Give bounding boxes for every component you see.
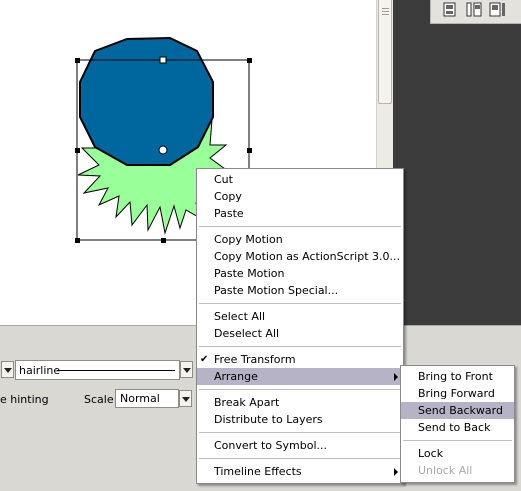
menu-item-label: Copy [214, 190, 242, 203]
scale-select[interactable]: Normal [115, 389, 179, 408]
submenu-arrow-icon [394, 373, 398, 381]
side-panel [393, 0, 521, 325]
menu-item-label: Timeline Effects [214, 465, 302, 478]
menu-separator [199, 226, 401, 227]
menu-item-label: Cut [214, 173, 233, 186]
menu-item-label: Convert to Symbol... [214, 439, 327, 452]
menu-item-label: Paste [214, 207, 244, 220]
menu-separator [403, 440, 512, 441]
menu-item-free-transform[interactable]: ✔ Free Transform [197, 351, 403, 368]
align-toolbar [430, 0, 521, 24]
menu-item-label: Break Apart [214, 396, 280, 409]
menu-item-label: Send to Back [418, 421, 491, 434]
menu-item-label: Paste Motion [214, 267, 285, 280]
stroke-style-select[interactable]: hairline [15, 360, 180, 380]
menu-separator [199, 389, 401, 390]
chevron-down-icon[interactable] [179, 390, 192, 407]
menu-item-label: Free Transform [214, 353, 296, 366]
menu-item-distribute-to-layers[interactable]: Distribute to Layers [197, 411, 403, 428]
menu-item-timeline-effects[interactable]: Timeline Effects [197, 463, 403, 480]
menu-item-label: Unlock All [418, 464, 473, 477]
submenu-arrow-icon [394, 468, 398, 476]
menu-item-label: Deselect All [214, 327, 280, 340]
menu-item-bring-to-front[interactable]: Bring to Front [401, 368, 514, 385]
menu-item-label: Send Backward [418, 404, 503, 417]
menu-item-label: Lock [418, 447, 444, 460]
menu-item-label: Bring to Front [418, 370, 493, 383]
menu-item-convert-to-symbol[interactable]: Convert to Symbol... [197, 437, 403, 454]
menu-item-label: Select All [214, 310, 266, 323]
menu-separator [199, 346, 401, 347]
menu-item-break-apart[interactable]: Break Apart [197, 394, 403, 411]
menu-item-deselect-all[interactable]: Deselect All [197, 325, 403, 342]
grip-line [382, 11, 389, 12]
menu-item-label: Arrange [214, 370, 258, 383]
menu-item-label: Distribute to Layers [214, 413, 323, 426]
menu-item-label: Bring Forward [418, 387, 495, 400]
grip-line [382, 8, 389, 9]
menu-item-copy-motion-actionscript[interactable]: Copy Motion as ActionScript 3.0... [197, 248, 403, 265]
stroke-style-value: hairline [19, 364, 61, 377]
menu-item-label: Copy Motion as ActionScript 3.0... [214, 250, 400, 263]
scale-label: Scale: [84, 393, 118, 406]
align-center-icon[interactable] [465, 1, 483, 18]
menu-item-label: Paste Motion Special... [214, 284, 339, 297]
menu-item-send-backward[interactable]: Send Backward [401, 402, 514, 419]
stroke-hinting-label: e hinting [0, 393, 49, 406]
menu-separator [199, 432, 401, 433]
scrollbar-thumb[interactable] [378, 0, 392, 104]
transform-point[interactable] [158, 145, 168, 155]
menu-item-copy-motion[interactable]: Copy Motion [197, 231, 403, 248]
menu-item-paste-motion[interactable]: Paste Motion [197, 265, 403, 282]
menu-item-unlock-all: Unlock All [401, 462, 514, 479]
menu-item-paste[interactable]: Paste [197, 205, 403, 222]
top-center-handle[interactable] [159, 56, 167, 64]
menu-item-cut[interactable]: Cut [197, 171, 403, 188]
checkmark-icon: ✔ [200, 354, 209, 365]
menu-item-lock[interactable]: Lock [401, 445, 514, 462]
grip-line [382, 14, 389, 15]
chevron-down-icon[interactable] [180, 361, 193, 378]
menu-item-label: Copy Motion [214, 233, 283, 246]
menu-separator [199, 458, 401, 459]
menu-item-select-all[interactable]: Select All [197, 308, 403, 325]
menu-item-copy[interactable]: Copy [197, 188, 403, 205]
menu-separator [199, 303, 401, 304]
menu-item-send-to-back[interactable]: Send to Back [401, 419, 514, 436]
decagon-shape[interactable] [79, 36, 214, 166]
menu-item-paste-motion-special[interactable]: Paste Motion Special... [197, 282, 403, 299]
arrange-submenu: Bring to Front Bring Forward Send Backwa… [400, 365, 515, 483]
context-menu: Cut Copy Paste Copy Motion Copy Motion a… [196, 168, 404, 484]
stroke-preview-line [57, 370, 175, 371]
menu-item-arrange[interactable]: Arrange [197, 368, 403, 385]
chevron-down-icon[interactable] [1, 361, 14, 378]
align-right-icon[interactable] [488, 1, 506, 18]
align-left-icon[interactable] [442, 1, 460, 18]
menu-item-bring-forward[interactable]: Bring Forward [401, 385, 514, 402]
